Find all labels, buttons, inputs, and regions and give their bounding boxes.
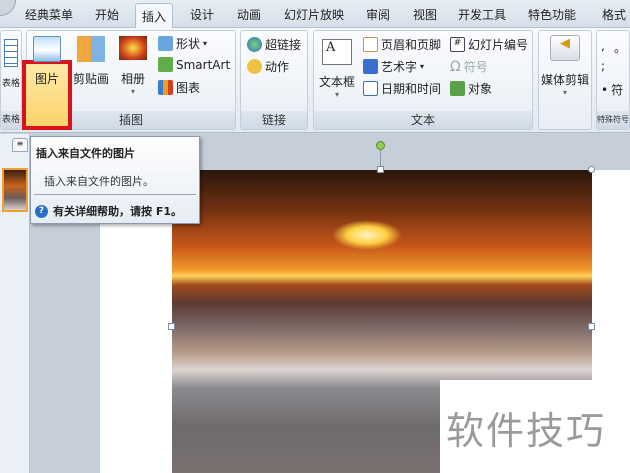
- slide-number-label: 幻灯片编号: [468, 38, 529, 52]
- group-table-label: 表格: [1, 111, 21, 129]
- object-label: 对象: [468, 82, 493, 96]
- shapes-icon: [158, 36, 173, 51]
- wordart-icon: [363, 59, 378, 74]
- smartart-icon: [158, 57, 173, 72]
- globe-icon: [247, 37, 262, 52]
- tab-features[interactable]: 特色功能: [528, 6, 576, 23]
- slide-thumbnail[interactable]: [2, 168, 28, 212]
- picture-tooltip: 插入来自文件的图片 插入来自文件的图片。 ? 有关详细帮助，请按 F1。: [30, 136, 200, 224]
- watermark-text: 软件技巧: [446, 409, 607, 453]
- action-star-icon: [247, 59, 262, 74]
- office-button[interactable]: [0, 0, 16, 16]
- clipart-button[interactable]: 剪贴画: [72, 36, 110, 87]
- slide-number-button[interactable]: # 幻灯片编号: [450, 36, 528, 53]
- chart-label: 图表: [176, 81, 201, 95]
- shapes-label: 形状: [176, 37, 201, 51]
- hyperlink-label: 超链接: [265, 38, 302, 52]
- more-symbols-button[interactable]: • 符: [601, 81, 623, 98]
- speaker-icon: ◀: [550, 35, 580, 61]
- media-clip-label: 媒体剪辑: [540, 73, 589, 87]
- group-media: ◀ 媒体剪辑 ▾: [538, 30, 592, 130]
- symbol-button[interactable]: Ω 符号: [450, 58, 488, 75]
- comma-symbol[interactable]: ,: [601, 39, 605, 53]
- help-icon: ?: [35, 204, 48, 218]
- picture-button[interactable]: 图片: [28, 36, 66, 87]
- chart-icon: [158, 80, 173, 95]
- smartart-button[interactable]: SmartArt: [158, 57, 230, 72]
- datetime-button[interactable]: 日期和时间: [363, 80, 441, 97]
- smartart-label: SmartArt: [176, 57, 231, 72]
- chevron-down-icon: ▾: [334, 90, 339, 99]
- shapes-button[interactable]: 形状 ▾: [158, 35, 207, 52]
- album-icon: [119, 36, 147, 60]
- table-button[interactable]: 表格: [1, 39, 21, 89]
- textbox-icon: A: [322, 39, 352, 65]
- outline-tab-icon[interactable]: ≡: [12, 138, 28, 152]
- group-table: 表格 表格: [0, 30, 22, 130]
- wordart-button[interactable]: 艺术字 ▾: [363, 58, 424, 75]
- chart-button[interactable]: 图表: [158, 79, 200, 96]
- tab-slideshow[interactable]: 幻灯片放映: [284, 6, 344, 23]
- omega-icon: Ω: [450, 58, 461, 75]
- ribbon: 表格 表格 插图 图片 剪贴画 相册 ▾ 形状 ▾ SmartArt 图表 超链接…: [0, 28, 630, 133]
- resize-handle-top[interactable]: [377, 166, 384, 173]
- wordart-label: 艺术字: [381, 60, 418, 74]
- action-label: 动作: [265, 60, 290, 74]
- resize-handle-right[interactable]: [588, 323, 595, 330]
- clipart-icon: [77, 36, 105, 62]
- header-footer-button[interactable]: 页眉和页脚: [363, 36, 441, 53]
- symbol-label: 符号: [463, 60, 488, 74]
- tab-review[interactable]: 审阅: [366, 6, 390, 23]
- more-symbols-label: 符: [611, 83, 624, 97]
- textbox-label: 文本框: [318, 75, 355, 89]
- tab-home[interactable]: 开始: [95, 6, 119, 23]
- calendar-icon: [363, 81, 378, 96]
- chevron-down-icon: ▾: [420, 62, 425, 71]
- tab-developer[interactable]: 开发工具: [458, 6, 506, 23]
- tab-view[interactable]: 视图: [413, 6, 437, 23]
- tooltip-body: 插入来自文件的图片。: [44, 175, 154, 188]
- album-label: 相册: [120, 72, 145, 86]
- chevron-down-icon: ▾: [203, 39, 208, 48]
- sun-glow: [332, 220, 402, 250]
- tooltip-title: 插入来自文件的图片: [36, 147, 135, 160]
- textbox-button[interactable]: A 文本框 ▾: [317, 39, 357, 99]
- tooltip-divider: [34, 194, 196, 195]
- datetime-label: 日期和时间: [381, 82, 442, 96]
- group-text: A 文本框 ▾ 页眉和页脚 艺术字 ▾ 日期和时间 # 幻灯片编号 Ω 符号 对象 文…: [313, 30, 533, 130]
- tab-animation[interactable]: 动画: [237, 6, 261, 23]
- tab-format[interactable]: 格式: [602, 6, 626, 23]
- tab-design[interactable]: 设计: [190, 6, 214, 23]
- page-icon: [363, 37, 378, 52]
- picture-icon: [33, 36, 61, 62]
- album-dropdown-icon: ▾: [130, 87, 135, 96]
- picture-label: 图片: [34, 72, 59, 86]
- table-icon: [4, 39, 18, 67]
- clipart-label: 剪贴画: [72, 72, 109, 86]
- table-label: 表格: [1, 79, 20, 89]
- hyperlink-button[interactable]: 超链接: [247, 36, 301, 53]
- group-special-symbols: , 。 ; • 符 特殊符号: [596, 30, 630, 130]
- group-links-label: 链接: [241, 111, 307, 129]
- tab-insert[interactable]: 插入: [135, 3, 174, 29]
- tab-classic-menu[interactable]: 经典菜单: [25, 6, 73, 23]
- chevron-down-icon: ▾: [562, 88, 567, 97]
- semicolon-symbol[interactable]: ;: [601, 59, 605, 73]
- object-button[interactable]: 对象: [450, 80, 492, 97]
- rotate-handle[interactable]: [376, 141, 385, 150]
- hash-icon: #: [450, 37, 465, 52]
- header-footer-label: 页眉和页脚: [381, 38, 442, 52]
- media-clip-button[interactable]: ◀ 媒体剪辑 ▾: [539, 35, 591, 97]
- resize-handle-left[interactable]: [168, 323, 175, 330]
- resize-handle-top-right[interactable]: [588, 166, 595, 173]
- action-button[interactable]: 动作: [247, 58, 289, 75]
- album-button[interactable]: 相册 ▾: [116, 36, 150, 96]
- group-links: 超链接 动作 链接: [240, 30, 308, 130]
- ribbon-tab-bar: 经典菜单 开始 插入 设计 动画 幻灯片放映 审阅 视图 开发工具 特色功能 格…: [0, 0, 630, 29]
- tooltip-help-text: 有关详细帮助，请按 F1。: [53, 205, 182, 218]
- object-icon: [450, 81, 465, 96]
- period-symbol[interactable]: 。: [614, 39, 626, 56]
- group-special-label: 特殊符号: [597, 111, 629, 129]
- group-text-label: 文本: [314, 111, 532, 129]
